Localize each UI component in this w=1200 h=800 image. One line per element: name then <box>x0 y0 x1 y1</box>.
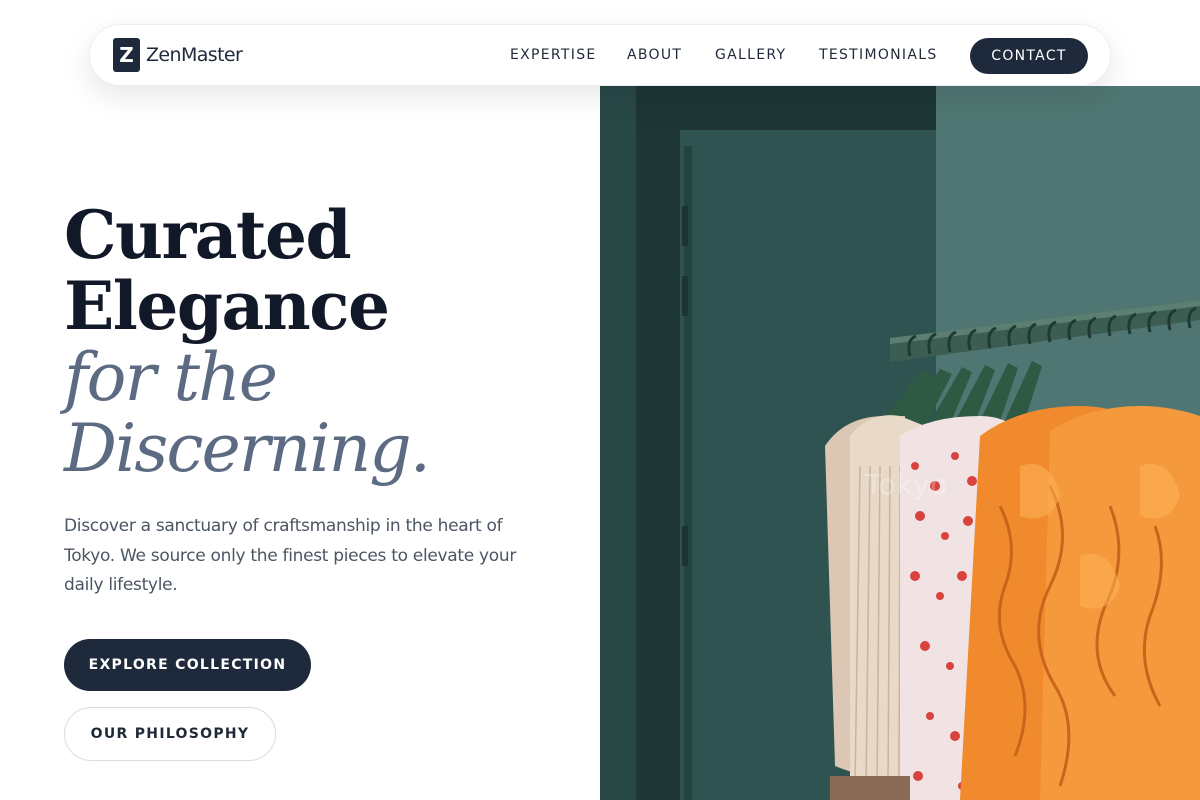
nav-link-expertise[interactable]: EXPERTISE <box>510 47 597 63</box>
nav-link-about[interactable]: ABOUT <box>627 47 682 63</box>
our-philosophy-button[interactable]: OUR PHILOSOPHY <box>64 707 276 761</box>
hero-description: Discover a sanctuary of craftsmanship in… <box>64 516 517 595</box>
headline-line-2: Elegance <box>64 267 390 345</box>
headline-line-1: Curated <box>64 196 352 274</box>
nav-links: EXPERTISE ABOUT GALLERY TESTIMONIALS <box>90 25 1110 87</box>
explore-collection-button[interactable]: EXPLORE COLLECTION <box>64 639 311 691</box>
nav-link-testimonials[interactable]: TESTIMONIALS <box>819 47 938 63</box>
image-watermark: Tokyo <box>865 468 949 501</box>
hero-image <box>600 86 1200 800</box>
contact-button[interactable]: CONTACT <box>970 38 1088 74</box>
headline-line-3: for the <box>64 339 278 416</box>
headline-line-4: Discerning. <box>64 410 431 487</box>
navbar: Z ZenMaster EXPERTISE ABOUT GALLERY TEST… <box>89 24 1111 86</box>
hero-headline: Curated Elegance for the Discerning. <box>64 196 584 487</box>
nav-link-gallery[interactable]: GALLERY <box>715 47 786 63</box>
